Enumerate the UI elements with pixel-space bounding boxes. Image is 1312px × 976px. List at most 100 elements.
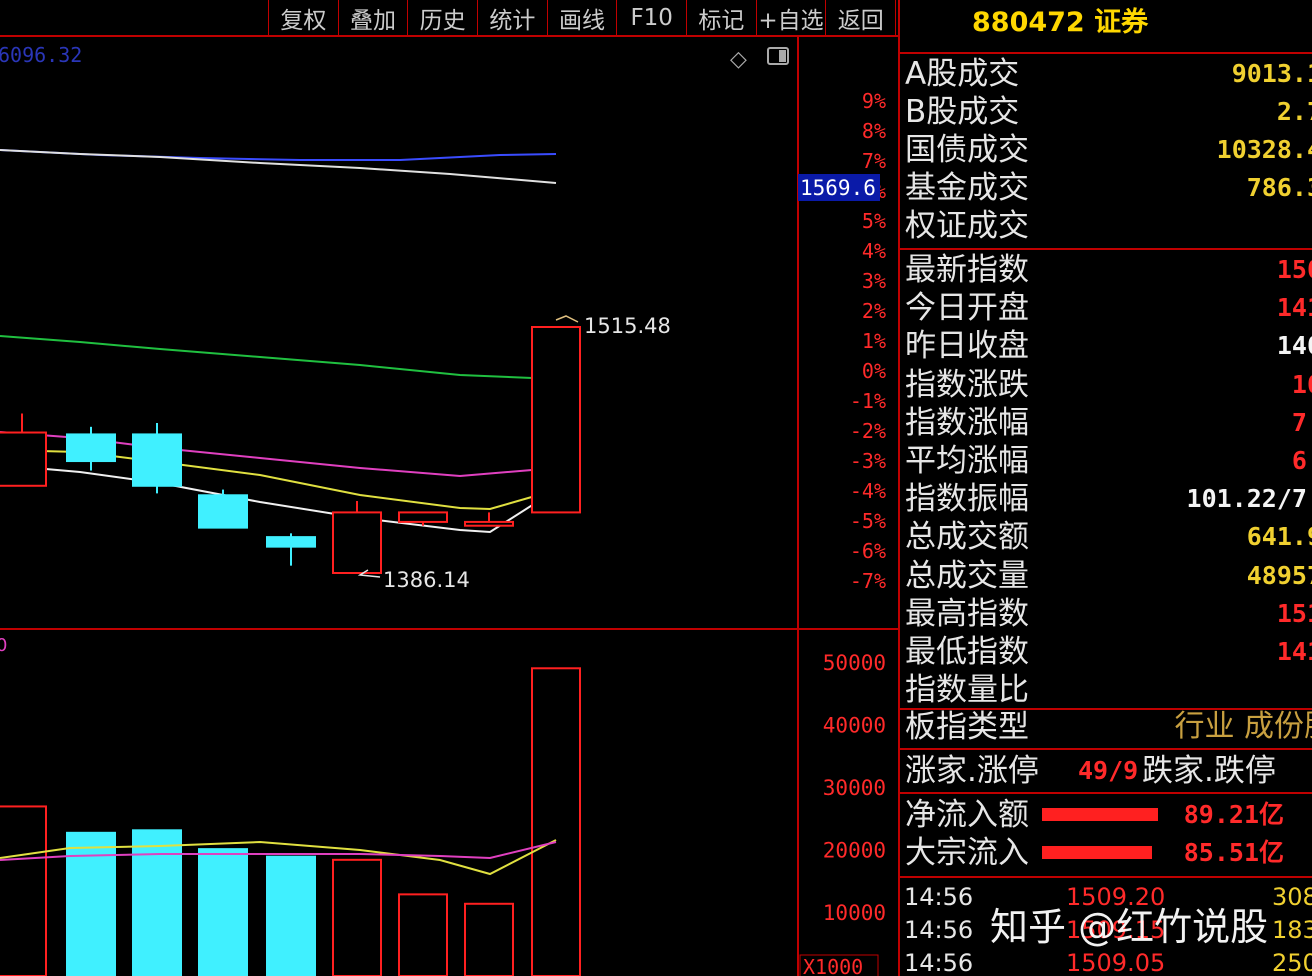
index-stat-row: 指数涨跌 10: [900, 366, 1312, 404]
market-stat-value: 2.7: [1276, 97, 1312, 126]
index-stat-label: 指数量比: [905, 672, 1029, 709]
tick-time: 14:56: [904, 883, 974, 911]
volume-bar: [531, 667, 581, 976]
tick-vol: 183: [1272, 916, 1312, 944]
watermark: 知乎 @红竹说股: [990, 905, 1269, 949]
volume-tick-label: 10000: [823, 901, 886, 925]
divider: [900, 248, 1312, 250]
ma-line-green: [0, 335, 557, 380]
market-stat-row: 权证成交: [900, 207, 1312, 245]
index-stat-row: 指数量比: [900, 671, 1312, 709]
pct-tick-label: -2%: [850, 419, 886, 443]
mark-button[interactable]: 标记: [686, 0, 756, 36]
volume-bar: [198, 848, 248, 976]
market-stat-value: 9013.1: [1231, 59, 1312, 88]
divider: [900, 876, 1312, 878]
tick-time: 14:56: [904, 916, 974, 944]
net-inflow-label: 净流入额: [905, 797, 1029, 833]
index-stat-label: 今日开盘: [905, 290, 1029, 327]
board-type-row: 板指类型 行业 成份股: [900, 708, 1312, 746]
market-stat-label: 基金成交: [905, 170, 1029, 206]
index-stat-label: 总成交量: [905, 557, 1029, 594]
candle-body: [66, 433, 116, 463]
market-stat-label: 权证成交: [905, 208, 1029, 244]
block-inflow-bar: [1042, 846, 1152, 859]
candle-body: [132, 433, 182, 487]
market-stat-value: 786.3: [1246, 173, 1312, 202]
index-stat-label: 总成交额: [905, 519, 1029, 556]
up-limit-value: 49/9: [1078, 756, 1139, 785]
index-stat-row: 总成交额 641.9: [900, 518, 1312, 556]
index-stat-row: 总成交量 48957: [900, 557, 1312, 595]
pct-tick-label: -7%: [850, 569, 886, 593]
index-stat-value: 641.9: [1246, 522, 1312, 552]
net-inflow-value: 89.21亿: [1183, 800, 1284, 829]
volume-bar: [464, 902, 514, 976]
market-stat-label: A股成交: [905, 56, 1020, 92]
down-count-label: 跌家.跌停: [1142, 753, 1276, 789]
high-annotation-label: 1515.48: [584, 314, 671, 338]
panel-toggle-icon-fill: [779, 50, 786, 62]
volume-unit-label: X1000: [803, 955, 863, 976]
pct-tick-label: -4%: [850, 479, 886, 503]
index-stat-row: 今日开盘 141: [900, 289, 1312, 327]
volume-bar: [132, 829, 182, 976]
back-button[interactable]: 返回: [825, 0, 897, 36]
pct-tick-label: 0%: [862, 359, 886, 383]
index-stat-row: 最低指数 141: [900, 633, 1312, 671]
candle-body: [464, 520, 514, 527]
f10-button[interactable]: F10: [616, 0, 686, 36]
volume-ma-marker: 0: [0, 635, 7, 656]
statistics-button[interactable]: 统计: [477, 0, 547, 36]
index-stat-value: 7.: [1291, 407, 1312, 437]
volume-bar: [332, 858, 382, 976]
pct-tick-label: -5%: [850, 509, 886, 533]
pct-tick-label: 8%: [862, 119, 886, 143]
pct-tick-label: 5%: [862, 209, 886, 233]
fuquan-button[interactable]: 复权: [268, 0, 338, 36]
volume-tick-label: 30000: [823, 776, 886, 800]
market-stat-row: 国债成交 10328.4: [900, 131, 1312, 169]
volume-bar: [0, 805, 47, 976]
index-stat-label: 平均涨幅: [905, 443, 1029, 479]
overlay-button[interactable]: 叠加: [337, 0, 408, 36]
index-stat-value: 6.: [1291, 446, 1312, 475]
index-info-panel: 880472 证券 A股成交 9013.1 B股成交 2.7 国债成交 10328.4 基金…: [898, 0, 1312, 976]
divider: [900, 52, 1312, 54]
candle-body: [398, 511, 448, 523]
candle-body: [332, 511, 382, 575]
divider: [900, 748, 1312, 750]
pct-tick-label: 2%: [862, 299, 886, 323]
index-stat-row: 指数涨幅 7.: [900, 404, 1312, 442]
pct-tick-label: -3%: [850, 449, 886, 473]
kline-chart[interactable]: 6096.32◇9%8%7%6%5%4%3%2%1%0%-1%-2%-3%-4%…: [0, 0, 898, 976]
block-inflow-value: 85.51亿: [1183, 838, 1284, 867]
candle-body: [0, 431, 47, 487]
index-stat-label: 指数振幅: [905, 481, 1029, 518]
index-stat-label: 指数涨幅: [905, 404, 1029, 441]
low-annotation-label: 1386.14: [383, 568, 470, 592]
net-inflow-row: 净流入额 89.21亿: [900, 796, 1312, 834]
history-button[interactable]: 历史: [407, 0, 477, 36]
candle-body: [531, 326, 581, 514]
board-type-label: 板指类型: [905, 709, 1029, 745]
tick-vol: 308: [1272, 883, 1312, 911]
pct-tick-label: 9%: [862, 89, 886, 113]
index-stat-row: 最新指数 150: [900, 251, 1312, 289]
market-stat-row: 基金成交 786.3: [900, 169, 1312, 207]
diamond-icon: ◇: [730, 47, 747, 72]
index-stat-row: 昨日收盘 140: [900, 327, 1312, 365]
candle-body: [198, 494, 248, 529]
up-count-label: 涨家.涨停: [905, 753, 1039, 789]
add-watchlist-button[interactable]: +自选: [755, 0, 826, 36]
index-stat-value: 151: [1276, 598, 1312, 628]
draw-line-button[interactable]: 画线: [546, 0, 617, 36]
volume-bar: [266, 855, 316, 976]
board-type-value: 行业 成份股: [1174, 709, 1312, 744]
panel-title: 880472 证券: [972, 7, 1149, 38]
chart-toolbar: 复权 叠加 历史 统计 画线 F10 标记 +自选 返回: [268, 0, 897, 36]
pct-tick-label: -6%: [850, 539, 886, 563]
market-stat-value: 10328.4: [1216, 135, 1312, 164]
pct-tick-label: 1%: [862, 329, 886, 353]
index-stat-row: 最高指数 151: [900, 595, 1312, 633]
